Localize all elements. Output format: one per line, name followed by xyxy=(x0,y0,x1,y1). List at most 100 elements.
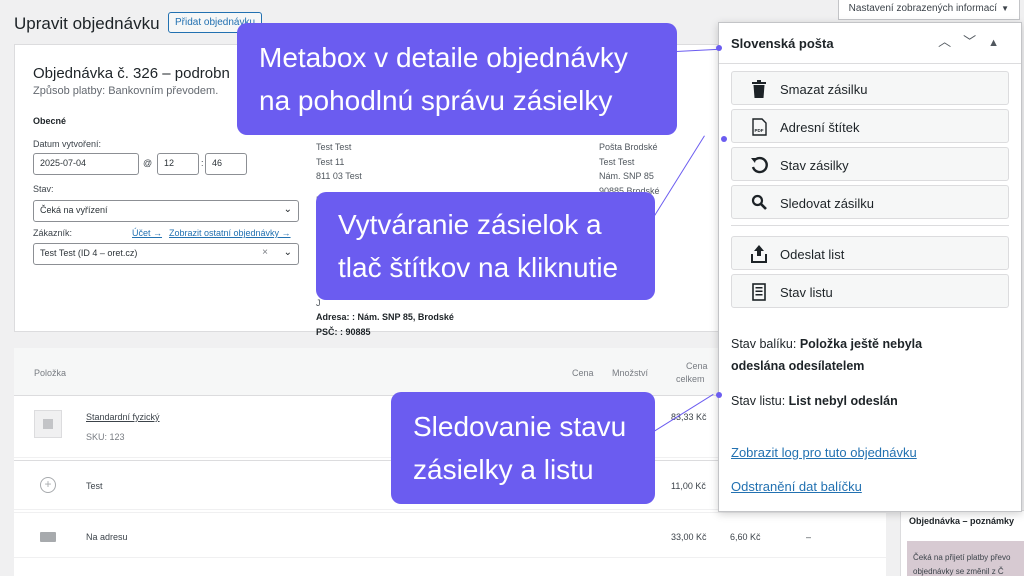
product-sku: SKU: 123 xyxy=(86,432,125,442)
billing-line: Test Test xyxy=(316,142,352,152)
button-label: Adresní štítek xyxy=(780,120,860,135)
list-status-value: List nebyl odeslán xyxy=(788,394,898,408)
chevron-down-icon: ⌄ xyxy=(283,204,292,215)
callout-line: na pohodlnú správu zásielky xyxy=(259,85,613,116)
list-status: Stav listu: List nebyl odeslán xyxy=(731,390,898,412)
plus-circle-icon: + xyxy=(40,477,56,493)
refresh-icon xyxy=(750,156,768,174)
note-line: Čeká na přijetí platby převo xyxy=(913,553,1011,562)
address-label-button[interactable]: PDF Adresní štítek xyxy=(731,109,1009,143)
screen-options-button[interactable]: Nastavení zobrazených informací ▼ xyxy=(837,0,1020,20)
truck-icon xyxy=(40,532,56,542)
package-status-label: Stav balíku: xyxy=(731,337,797,351)
table-row: Na adresu 33,00 Kč 6,60 Kč – xyxy=(14,512,886,558)
billing-line: 811 03 Test xyxy=(316,171,362,181)
callout-dot xyxy=(716,392,722,398)
status-select[interactable]: Čeká na vyřízení ⌄ xyxy=(33,200,299,222)
page-title: Upravit objednávku xyxy=(14,14,160,33)
caret-down-icon: ▼ xyxy=(1001,4,1009,13)
button-label: Odeslat list xyxy=(780,247,845,262)
move-down-icon[interactable]: ﹀ xyxy=(963,34,988,49)
callout-dot xyxy=(716,45,722,51)
package-status-value: Položka ještě nebyla xyxy=(799,337,923,351)
send-list-button[interactable]: Odeslat list xyxy=(731,236,1009,270)
shipping-tax: 6,60 Kč xyxy=(730,532,761,542)
callout-line: zásielky a listu xyxy=(413,454,594,485)
move-up-icon[interactable]: ︿ xyxy=(938,34,963,49)
shipping-point-line: Nám. SNP 85 xyxy=(599,171,654,181)
search-icon xyxy=(750,194,768,212)
status-value: Čeká na vyřízení xyxy=(40,205,108,215)
shipment-status-button[interactable]: Stav zásilky xyxy=(731,147,1009,181)
customer-select[interactable]: Test Test (ID 4 – oret.cz) × ⌄ xyxy=(33,243,299,265)
callout-tracking: Sledovanie stavu zásielky a listu xyxy=(391,392,655,504)
col-total-1: Cena xyxy=(686,361,708,371)
at-sign: @ xyxy=(143,158,153,168)
button-label: Stav zásilky xyxy=(780,158,849,173)
shipping-name: Na adresu xyxy=(86,532,128,542)
list-status-label: Stav listu: xyxy=(731,394,786,408)
customer-value: Test Test (ID 4 – oret.cz) xyxy=(40,248,138,258)
callout-line: tlač štítkov na kliknutie xyxy=(338,252,619,283)
shipping-total: 33,00 Kč xyxy=(671,532,707,542)
fee-total: 11,00 Kč xyxy=(671,481,706,491)
col-price: Cena xyxy=(572,368,594,378)
callout-metabox: Metabox v detaile objednávky na pohodlnú… xyxy=(237,23,677,135)
note-item: Čeká na přijetí platby převo objednávky … xyxy=(907,541,1024,576)
section-general-title: Obecné xyxy=(33,116,67,126)
package-status: Stav balíku: Položka ještě nebyla odeslá… xyxy=(731,333,922,377)
minute-field[interactable]: 46 xyxy=(205,153,247,175)
list-status-button[interactable]: Stav listu xyxy=(731,274,1009,308)
payment-method: Způsob platby: Bankovním převodem. xyxy=(33,85,219,97)
product-thumbnail xyxy=(34,410,62,438)
col-item: Položka xyxy=(34,368,67,378)
billing-address: Test Test Test 11 811 03 Test xyxy=(316,140,362,184)
date-created-label: Datum vytvoření: xyxy=(33,139,102,149)
account-link[interactable]: Účet → xyxy=(132,228,162,238)
pdf-icon: PDF xyxy=(750,118,768,136)
shipping-point-line: Pošta Brodské xyxy=(599,142,658,152)
upload-icon xyxy=(750,245,768,263)
col-qty: Množství xyxy=(612,368,649,378)
pickup-psc: PSČ: : 90885 xyxy=(316,326,371,337)
time-colon: : xyxy=(201,158,204,168)
callout-line: Sledovanie stavu xyxy=(413,411,627,442)
trash-icon xyxy=(750,80,768,98)
product-name-link[interactable]: Standardní fyzický xyxy=(86,412,160,422)
metabox-title: Slovenská pošta xyxy=(731,36,834,51)
clear-icon[interactable]: × xyxy=(262,247,268,258)
fee-name: Test xyxy=(86,481,103,491)
remove-package-data-link[interactable]: Odstranění dat balíčku xyxy=(731,479,862,494)
divider xyxy=(731,225,1009,226)
package-status-value: odeslána odesílatelem xyxy=(731,359,865,373)
chevron-down-icon: ⌄ xyxy=(283,247,292,258)
callout-line: Metabox v detaile objednávky xyxy=(259,42,628,73)
notes-title: Objednávka – poznámky xyxy=(909,516,1015,526)
callout-create-shipments: Vytváranie zásielok a tlač štítkov na kl… xyxy=(316,192,655,300)
delete-shipment-button[interactable]: Smazat zásilku xyxy=(731,71,1009,105)
svg-text:PDF: PDF xyxy=(754,128,763,133)
track-shipment-button[interactable]: Sledovat zásilku xyxy=(731,185,1009,219)
status-label: Stav: xyxy=(33,184,54,194)
col-total-2: celkem xyxy=(676,374,705,384)
order-heading: Objednávka č. 326 – podrobn xyxy=(33,65,230,82)
note-line: objednávky se změnil z Č xyxy=(913,567,1004,576)
screen-options-label: Nastavení zobrazených informací xyxy=(848,3,998,14)
customer-label: Zákazník: xyxy=(33,228,73,238)
button-label: Sledovat zásilku xyxy=(780,196,874,211)
date-field[interactable]: 2025-07-04 xyxy=(33,153,139,175)
shipping-point-line: Test Test xyxy=(599,156,635,167)
collapse-icon[interactable]: ▲ xyxy=(988,37,1011,49)
slovenska-posta-metabox: Slovenská pošta ︿﹀▲ Smazat zásilku PDF A… xyxy=(718,22,1022,512)
button-label: Stav listu xyxy=(780,285,833,300)
shipping-point-address: Pošta Brodské Test Test Nám. SNP 85 9088… xyxy=(599,140,660,198)
other-orders-link[interactable]: Zobrazit ostatní objednávky → xyxy=(169,228,291,238)
view-log-link[interactable]: Zobrazit log pro tuto objednávku xyxy=(731,445,917,460)
callout-dot xyxy=(721,136,727,142)
shipping-dash: – xyxy=(806,532,812,542)
callout-line: Vytváranie zásielok a xyxy=(338,209,602,240)
hour-field[interactable]: 12 xyxy=(157,153,199,175)
order-notes-panel: Objednávka – poznámky Čeká na přijetí pl… xyxy=(900,510,1024,576)
divider xyxy=(719,63,1021,64)
pickup-address: Adresa: : Nám. SNP 85, Brodské xyxy=(316,312,454,322)
